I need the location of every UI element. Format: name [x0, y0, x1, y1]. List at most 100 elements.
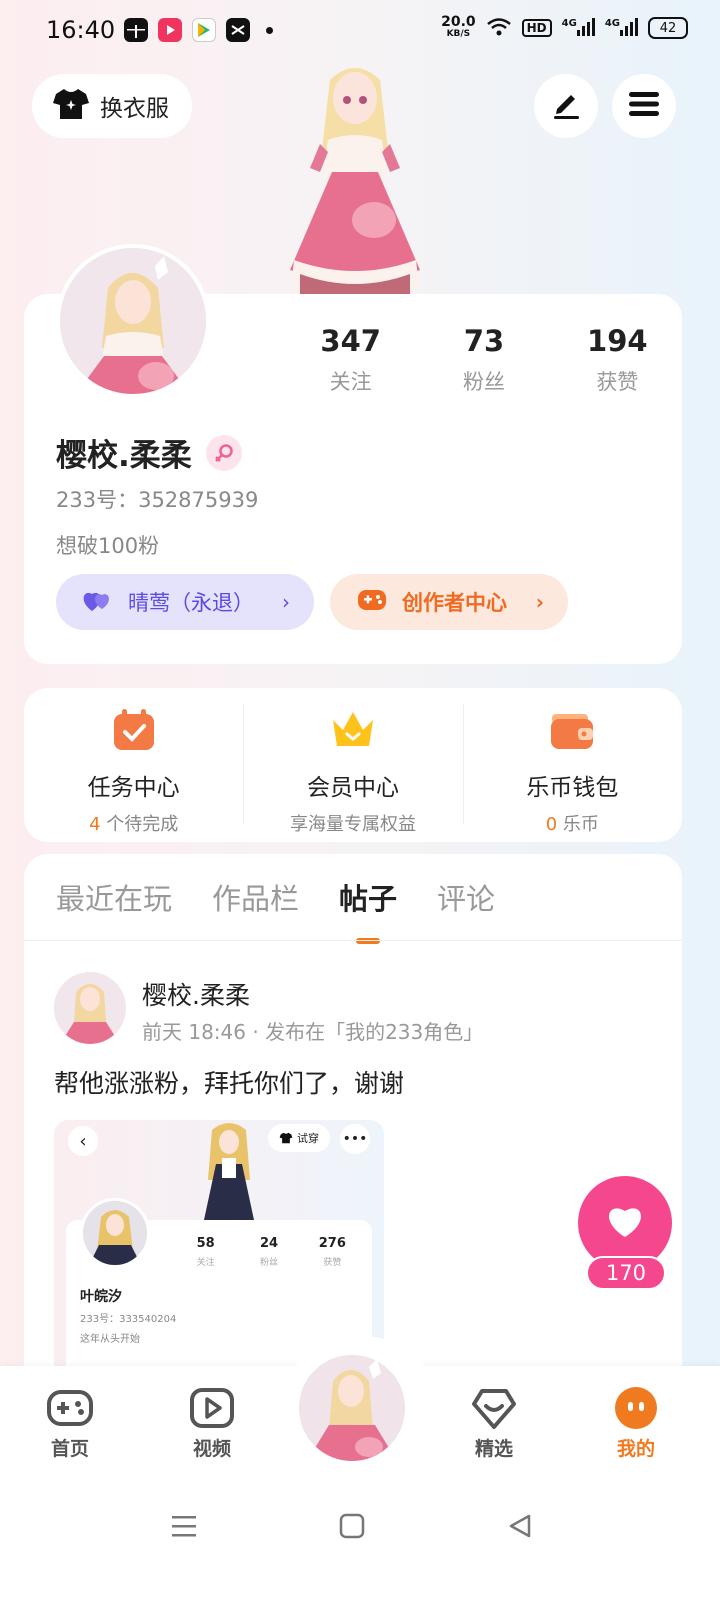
- tab-recently-played[interactable]: 最近在玩: [56, 876, 172, 918]
- change-outfit-label: 换衣服: [100, 96, 169, 122]
- post-image-stat-label: 粉丝: [259, 1258, 278, 1268]
- post-image-stat: 58 关注: [174, 1236, 237, 1268]
- coin-wallet-subtitle: 0 乐币: [463, 810, 682, 836]
- post-image-name: 叶皖汐: [80, 1289, 122, 1305]
- profile-username-row: 樱校.柔柔: [56, 430, 242, 475]
- try-on-badge: 试穿: [268, 1124, 330, 1152]
- stat-followers-value: 73: [463, 324, 505, 358]
- task-center-title: 任务中心: [87, 775, 180, 801]
- double-heart-icon: [82, 587, 114, 618]
- stat-following-label: 关注: [329, 370, 372, 394]
- task-center-entry[interactable]: 任务中心 4 个待完成: [24, 688, 243, 842]
- member-center-subtitle: 享海量专属权益: [289, 814, 416, 835]
- back-button[interactable]: [500, 1508, 540, 1548]
- profile-bio: 想破100粉: [56, 534, 160, 558]
- coin-unit: 乐币: [557, 814, 599, 835]
- post-image-character: [204, 1123, 254, 1220]
- recents-button[interactable]: [164, 1508, 204, 1548]
- battery-icon: 42: [648, 17, 688, 39]
- member-center-title: 会员中心: [306, 775, 399, 801]
- tab-posts[interactable]: 帖子: [339, 876, 397, 944]
- heart-shield-icon: [470, 1386, 518, 1430]
- signal-1-label: 4G: [561, 17, 577, 29]
- profile-face-icon: [612, 1386, 660, 1430]
- task-center-subtitle: 4 个待完成: [24, 810, 243, 836]
- recents-icon: [170, 1513, 198, 1543]
- stat-following[interactable]: 347 关注: [284, 324, 417, 396]
- home-square-icon: [339, 1513, 365, 1543]
- wifi-icon: [486, 17, 512, 40]
- nav-video-label: 视频: [192, 1438, 231, 1460]
- stat-likes-value: 194: [587, 324, 648, 358]
- stat-likes-label: 获赞: [596, 370, 639, 394]
- network-speed: 20.0 KB/S: [441, 14, 476, 40]
- capcut-app-icon: [226, 18, 250, 42]
- stat-followers[interactable]: 73 粉丝: [417, 324, 550, 396]
- post-meta: 前天 18:46 · 发布在「我的233角色」: [142, 1020, 484, 1044]
- video-app-icon: [158, 18, 182, 42]
- tab-divider: [24, 940, 682, 941]
- nav-featured[interactable]: 精选: [454, 1386, 534, 1461]
- post-image-stat-label: 关注: [196, 1258, 215, 1268]
- back-arrow-icon: ‹: [68, 1126, 98, 1156]
- profile-avatar[interactable]: [56, 244, 210, 398]
- task-pending-text: 个待完成: [100, 814, 179, 835]
- chevron-right-icon: ›: [282, 590, 290, 614]
- crown-icon: [329, 706, 377, 754]
- feed-card: 最近在玩 作品栏 帖子 评论 樱校.柔柔 前天 18:46 · 发布在「我的23…: [24, 854, 682, 1374]
- profile-uid[interactable]: 233号：352875939: [56, 484, 258, 514]
- post-author-avatar[interactable]: [54, 972, 126, 1044]
- wallet-icon: [548, 706, 596, 754]
- change-outfit-button[interactable]: 换衣服: [32, 74, 192, 138]
- signal-icon-2: 4G: [604, 17, 638, 39]
- member-center-entry[interactable]: 会员中心 享海量专属权益: [243, 688, 462, 842]
- coin-balance: 0: [545, 814, 558, 835]
- creator-center-button[interactable]: 创作者中心 ›: [330, 574, 568, 630]
- tab-comments[interactable]: 评论: [437, 876, 495, 918]
- tshirt-icon: [279, 1132, 293, 1144]
- signal-icon-1: 4G: [561, 17, 595, 39]
- home-button[interactable]: [332, 1508, 372, 1548]
- network-speed-unit: KB/S: [446, 29, 471, 39]
- services-card: 任务中心 4 个待完成 会员中心 享海量专属权益 乐币钱包 0 乐币: [24, 688, 682, 842]
- status-bar: 16:40 20.0 KB/S HD 4G 4G 42: [0, 0, 720, 64]
- chevron-right-icon: ›: [535, 590, 544, 614]
- try-on-label: 试穿: [297, 1132, 319, 1145]
- network-speed-value: 20.0: [441, 14, 476, 30]
- signal-2-label: 4G: [604, 17, 620, 29]
- stat-likes[interactable]: 194 获赞: [551, 324, 684, 396]
- status-time: 16:40: [46, 16, 116, 44]
- profile-stats: 347 关注 73 粉丝 194 获赞: [284, 324, 684, 396]
- tab-works[interactable]: 作品栏: [212, 876, 299, 918]
- play-store-icon: [192, 18, 216, 42]
- menu-button[interactable]: [612, 74, 676, 138]
- post-image-stats: 58 关注 24 粉丝 276 获赞: [174, 1236, 364, 1268]
- nav-home[interactable]: 首页: [30, 1386, 110, 1461]
- nav-me[interactable]: 我的: [596, 1386, 676, 1461]
- nav-me-label: 我的: [616, 1438, 655, 1460]
- nav-video[interactable]: 视频: [172, 1386, 252, 1461]
- post-text: 帮他涨涨粉，拜托你们了，谢谢: [54, 1069, 405, 1098]
- more-notifications-dot: [266, 26, 273, 34]
- post-image-avatar: [80, 1198, 150, 1268]
- post-image-stat-value: 24: [259, 1236, 279, 1251]
- post-author-name[interactable]: 樱校.柔柔: [142, 976, 250, 1012]
- gamepad-icon: [46, 1386, 94, 1430]
- status-notification-icons: [124, 18, 273, 42]
- edit-profile-button[interactable]: [534, 74, 598, 138]
- status-right-icons: 20.0 KB/S HD 4G 4G 42: [441, 14, 688, 40]
- female-gender-icon: [205, 434, 242, 471]
- post-image-stat-value: 276: [318, 1236, 346, 1251]
- stat-followers-label: 粉丝: [462, 370, 505, 394]
- post-image[interactable]: ‹ 试穿 ••• 58 关注 24 粉丝 276 获赞 叶皖汐 233号：333540…: [54, 1120, 384, 1374]
- coin-wallet-entry[interactable]: 乐币钱包 0 乐币: [462, 688, 682, 842]
- character-avatar-3d[interactable]: [270, 60, 440, 296]
- profile-username: 樱校.柔柔: [56, 438, 192, 474]
- calendar-check-icon: [110, 706, 158, 754]
- task-pending-count: 4: [89, 814, 101, 835]
- post-image-stat: 276 获赞: [301, 1236, 364, 1268]
- relationship-tag-label: 晴莺（永退）: [128, 591, 254, 615]
- relationship-tag-button[interactable]: 晴莺（永退） ›: [56, 574, 314, 630]
- nav-home-label: 首页: [50, 1438, 89, 1460]
- nav-center-avatar[interactable]: [296, 1352, 408, 1464]
